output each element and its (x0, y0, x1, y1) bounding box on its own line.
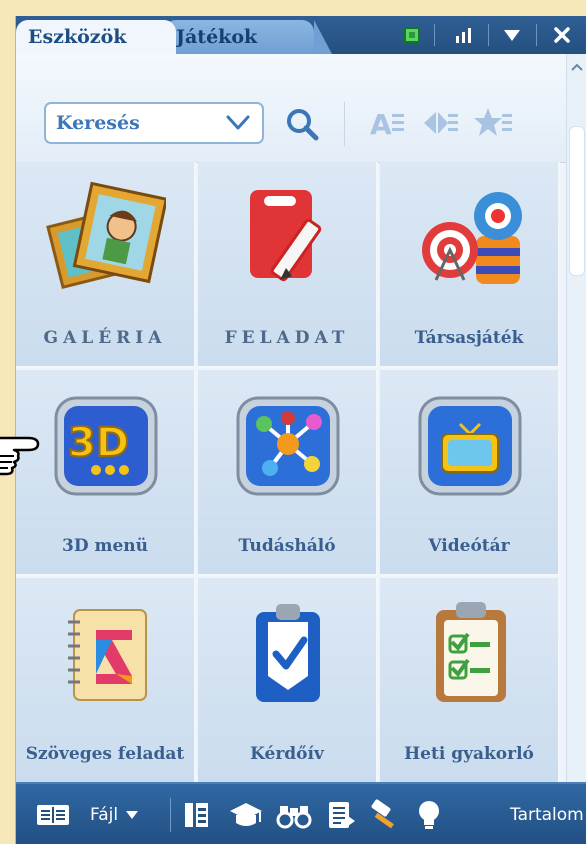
search-input[interactable]: Keresés (44, 102, 264, 144)
tool-text-task[interactable]: Szöveges feladat (16, 578, 196, 784)
tool-3d-menu-label: 3D menü (61, 536, 148, 556)
tool-task[interactable]: FELADAT (198, 162, 378, 368)
graduation-cap-icon[interactable] (228, 784, 264, 844)
scroll-thumb[interactable] (569, 126, 585, 276)
3d-menu-icon: 3D (54, 396, 158, 496)
scrollbar[interactable] (566, 54, 586, 782)
tool-weekly-practice-label: Heti gyakorló (404, 744, 534, 764)
restore-icon[interactable] (392, 16, 432, 54)
content-menu[interactable]: Tartalom (510, 784, 584, 844)
task-icon (250, 190, 322, 282)
weekly-practice-icon (436, 602, 506, 702)
text-size-icon[interactable]: A (370, 106, 406, 144)
tool-3d-menu[interactable]: 3D 3D menü (16, 370, 196, 576)
search-icon[interactable] (284, 106, 320, 146)
search-placeholder: Keresés (56, 112, 140, 134)
tab-games[interactable]: Játékok (164, 20, 332, 54)
binoculars-icon[interactable] (276, 784, 312, 844)
gallery-icon (46, 181, 166, 290)
chevron-down-icon (126, 811, 139, 819)
bars-icon[interactable] (444, 16, 484, 54)
text-task-icon (68, 609, 147, 701)
questionnaire-icon (256, 604, 320, 702)
knowledge-network-icon (236, 396, 340, 496)
tool-board-game[interactable]: Társasjáték (380, 162, 560, 368)
tab-tools-label: Eszközök (28, 26, 127, 48)
tool-video-library-label: Videótár (428, 536, 510, 556)
dropdown-icon[interactable] (492, 16, 532, 54)
tools-grid: GALÉRIA FELADAT Társasjáték 3D 3D menü T… (16, 162, 566, 784)
scroll-up-icon[interactable] (567, 54, 586, 80)
tool-gallery[interactable]: GALÉRIA (16, 162, 196, 368)
layout-icon[interactable] (422, 106, 460, 144)
chevron-down-icon[interactable] (224, 112, 252, 139)
document-list-icon[interactable] (326, 784, 356, 844)
content-menu-label: Tartalom (510, 805, 584, 825)
tab-bar: Játékok Eszközök (16, 16, 586, 54)
tool-questionnaire[interactable]: Kérdőív (198, 578, 378, 784)
tool-text-task-label: Szöveges feladat (25, 744, 185, 764)
tool-questionnaire-label: Kérdőív (250, 744, 324, 764)
svg-text:A: A (370, 108, 392, 140)
bottom-toolbar: Fájl Tartalom (16, 782, 586, 844)
video-library-icon (418, 396, 522, 496)
lightbulb-icon[interactable] (416, 784, 442, 844)
tool-board-game-label: Társasjáték (414, 328, 524, 348)
app-window: Játékok Eszközök Keresés A GALÉRIA FELAD… (16, 16, 586, 844)
hand-pointer-icon (0, 436, 40, 476)
tool-knowledge-network-label: Tudásháló (238, 536, 336, 556)
tool-weekly-practice[interactable]: Heti gyakorló (380, 578, 560, 784)
favorites-icon[interactable] (474, 106, 514, 144)
hammer-icon[interactable] (368, 784, 402, 844)
svg-text:3D: 3D (68, 420, 129, 466)
book-icon[interactable] (36, 784, 70, 844)
board-game-icon (422, 192, 522, 284)
toolbar-divider (344, 102, 345, 146)
file-menu[interactable]: Fájl (90, 784, 140, 844)
tool-knowledge-network[interactable]: Tudásháló (198, 370, 378, 576)
tool-video-library[interactable]: Videótár (380, 370, 560, 576)
file-menu-label: Fájl (90, 805, 119, 825)
tool-gallery-label: GALÉRIA (43, 328, 167, 348)
layout-columns-icon[interactable] (184, 784, 210, 844)
tab-tools[interactable]: Eszközök (16, 20, 176, 54)
tool-task-label: FELADAT (224, 328, 350, 348)
toolbar: Keresés A (16, 54, 566, 163)
tab-games-label: Játékok (176, 26, 258, 48)
close-icon[interactable] (542, 16, 582, 54)
